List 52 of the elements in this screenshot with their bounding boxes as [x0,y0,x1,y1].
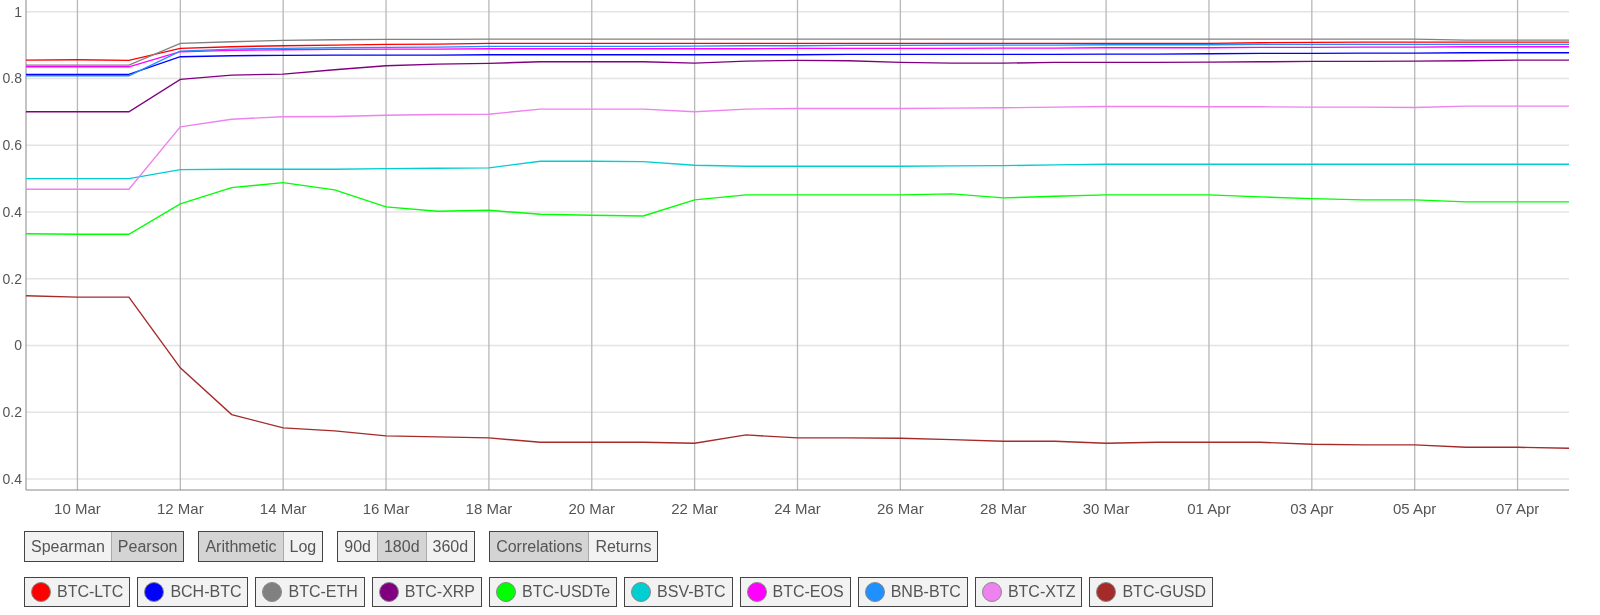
x-tick-label: 10 Mar [54,500,101,517]
x-tick-label: 20 Mar [568,500,616,517]
toggle-button[interactable]: 360d [426,532,475,561]
toggle-button[interactable]: 90d [338,532,378,561]
legend-item[interactable]: BTC-XRP [371,577,483,607]
toggle-button[interactable]: Spearman [25,532,112,561]
x-tick-label: 24 Mar [774,500,821,517]
legend-label: BTC-XRP [404,583,476,601]
y-tick-label: 0.2 [2,270,22,287]
legend-item[interactable]: BTC-ETH [255,577,365,607]
x-tick-label: 18 Mar [465,500,513,517]
legend-item[interactable]: BTC-USDTe [489,577,618,607]
legend-item[interactable]: BTC-LTC [24,577,131,607]
x-tick-label: 14 Mar [259,500,307,517]
x-tick-label: 26 Mar [877,500,924,517]
legend-label: BTC-XTZ [1007,583,1076,601]
y-tick-label: 0.4 [2,471,22,487]
toggle-button[interactable]: 180d [377,532,427,561]
toggle-button[interactable]: Correlations [490,532,590,561]
y-tick-label: 0.6 [2,137,22,154]
legend-item[interactable]: BSV-BTC [624,577,733,607]
x-tick-label: 01 Apr [1187,500,1231,517]
legend-label: BSV-BTC [657,583,726,601]
y-tick-label: 0 [14,337,22,354]
x-tick-label: 07 Apr [1495,500,1540,517]
x-tick-label: 28 Mar [979,500,1027,517]
legend-item[interactable]: BTC-EOS [739,577,851,607]
x-tick-label: 03 Apr [1290,500,1334,517]
legend-label: BTC-LTC [57,583,124,601]
legend-label: BTC-ETH [288,583,358,601]
legend-label: BNB-BTC [890,583,961,601]
toggle-button[interactable]: Log [283,532,323,561]
x-tick-label: 05 Apr [1393,500,1437,517]
toggle-button[interactable]: Arithmetic [199,532,284,561]
legend-label: BTC-USDTe [522,583,611,601]
x-tick-label: 16 Mar [362,500,410,517]
legend-label: BCH-BTC [170,583,242,601]
legend-label: BTC-GUSD [1122,583,1206,601]
toggle-button[interactable]: Pearson [111,532,184,561]
toggle-button[interactable]: Returns [589,532,658,561]
y-tick-label: 0.8 [2,70,22,87]
y-tick-label: 0.4 [2,203,22,220]
legend-label: BTC-EOS [772,583,844,601]
legend-item[interactable]: BNB-BTC [857,577,968,607]
legend-item[interactable]: BCH-BTC [137,577,249,607]
x-tick-label: 30 Mar [1082,500,1130,517]
y-tick-label: 0.2 [2,404,22,421]
legend-item[interactable]: BTC-GUSD [1089,577,1213,607]
x-tick-label: 12 Mar [156,500,204,517]
x-tick-label: 22 Mar [671,500,718,517]
y-tick-label: 1 [14,3,22,20]
legend-item[interactable]: BTC-XTZ [974,577,1083,607]
